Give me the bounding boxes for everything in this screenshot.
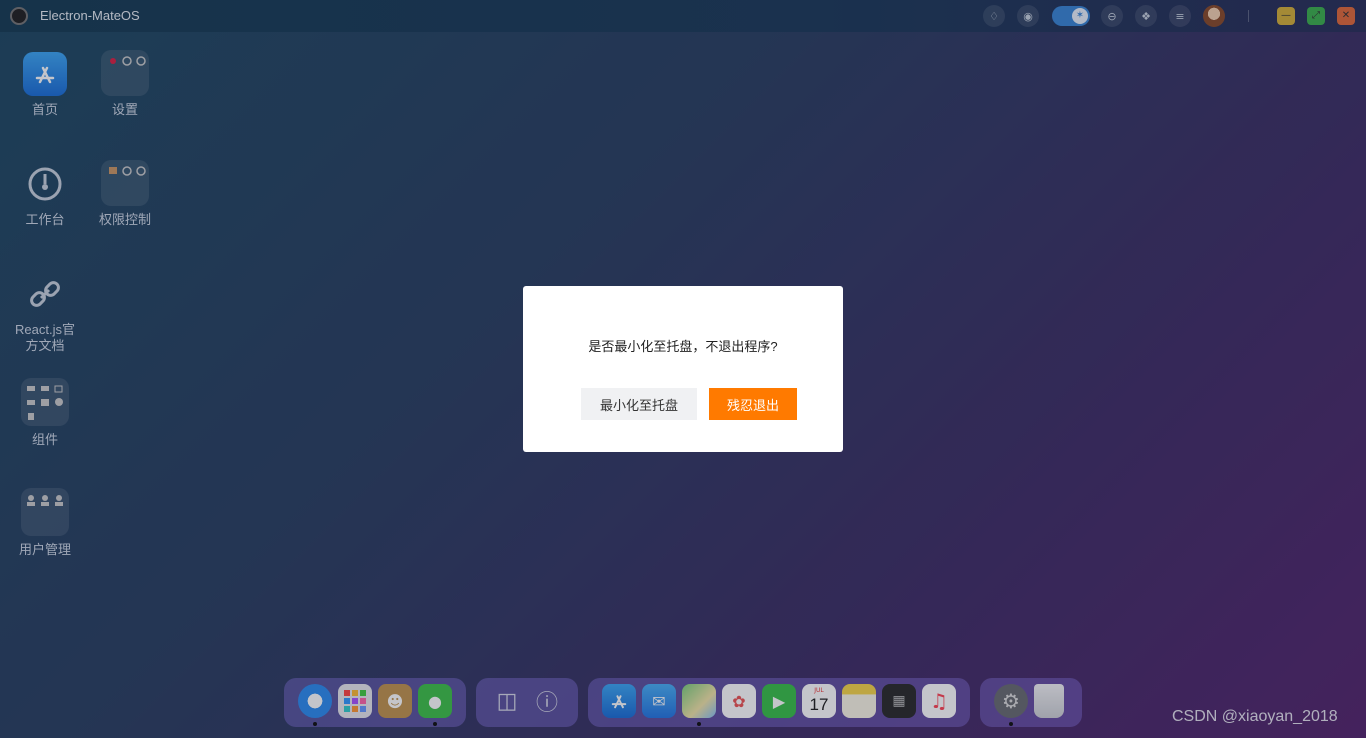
dialog-message: 是否最小化至托盘，不退出程序?: [588, 339, 778, 354]
exit-button[interactable]: 残忍退出: [709, 388, 797, 420]
minimize-to-tray-button[interactable]: 最小化至托盘: [581, 388, 697, 420]
exit-confirm-dialog: 是否最小化至托盘，不退出程序? 最小化至托盘 残忍退出: [523, 286, 843, 452]
